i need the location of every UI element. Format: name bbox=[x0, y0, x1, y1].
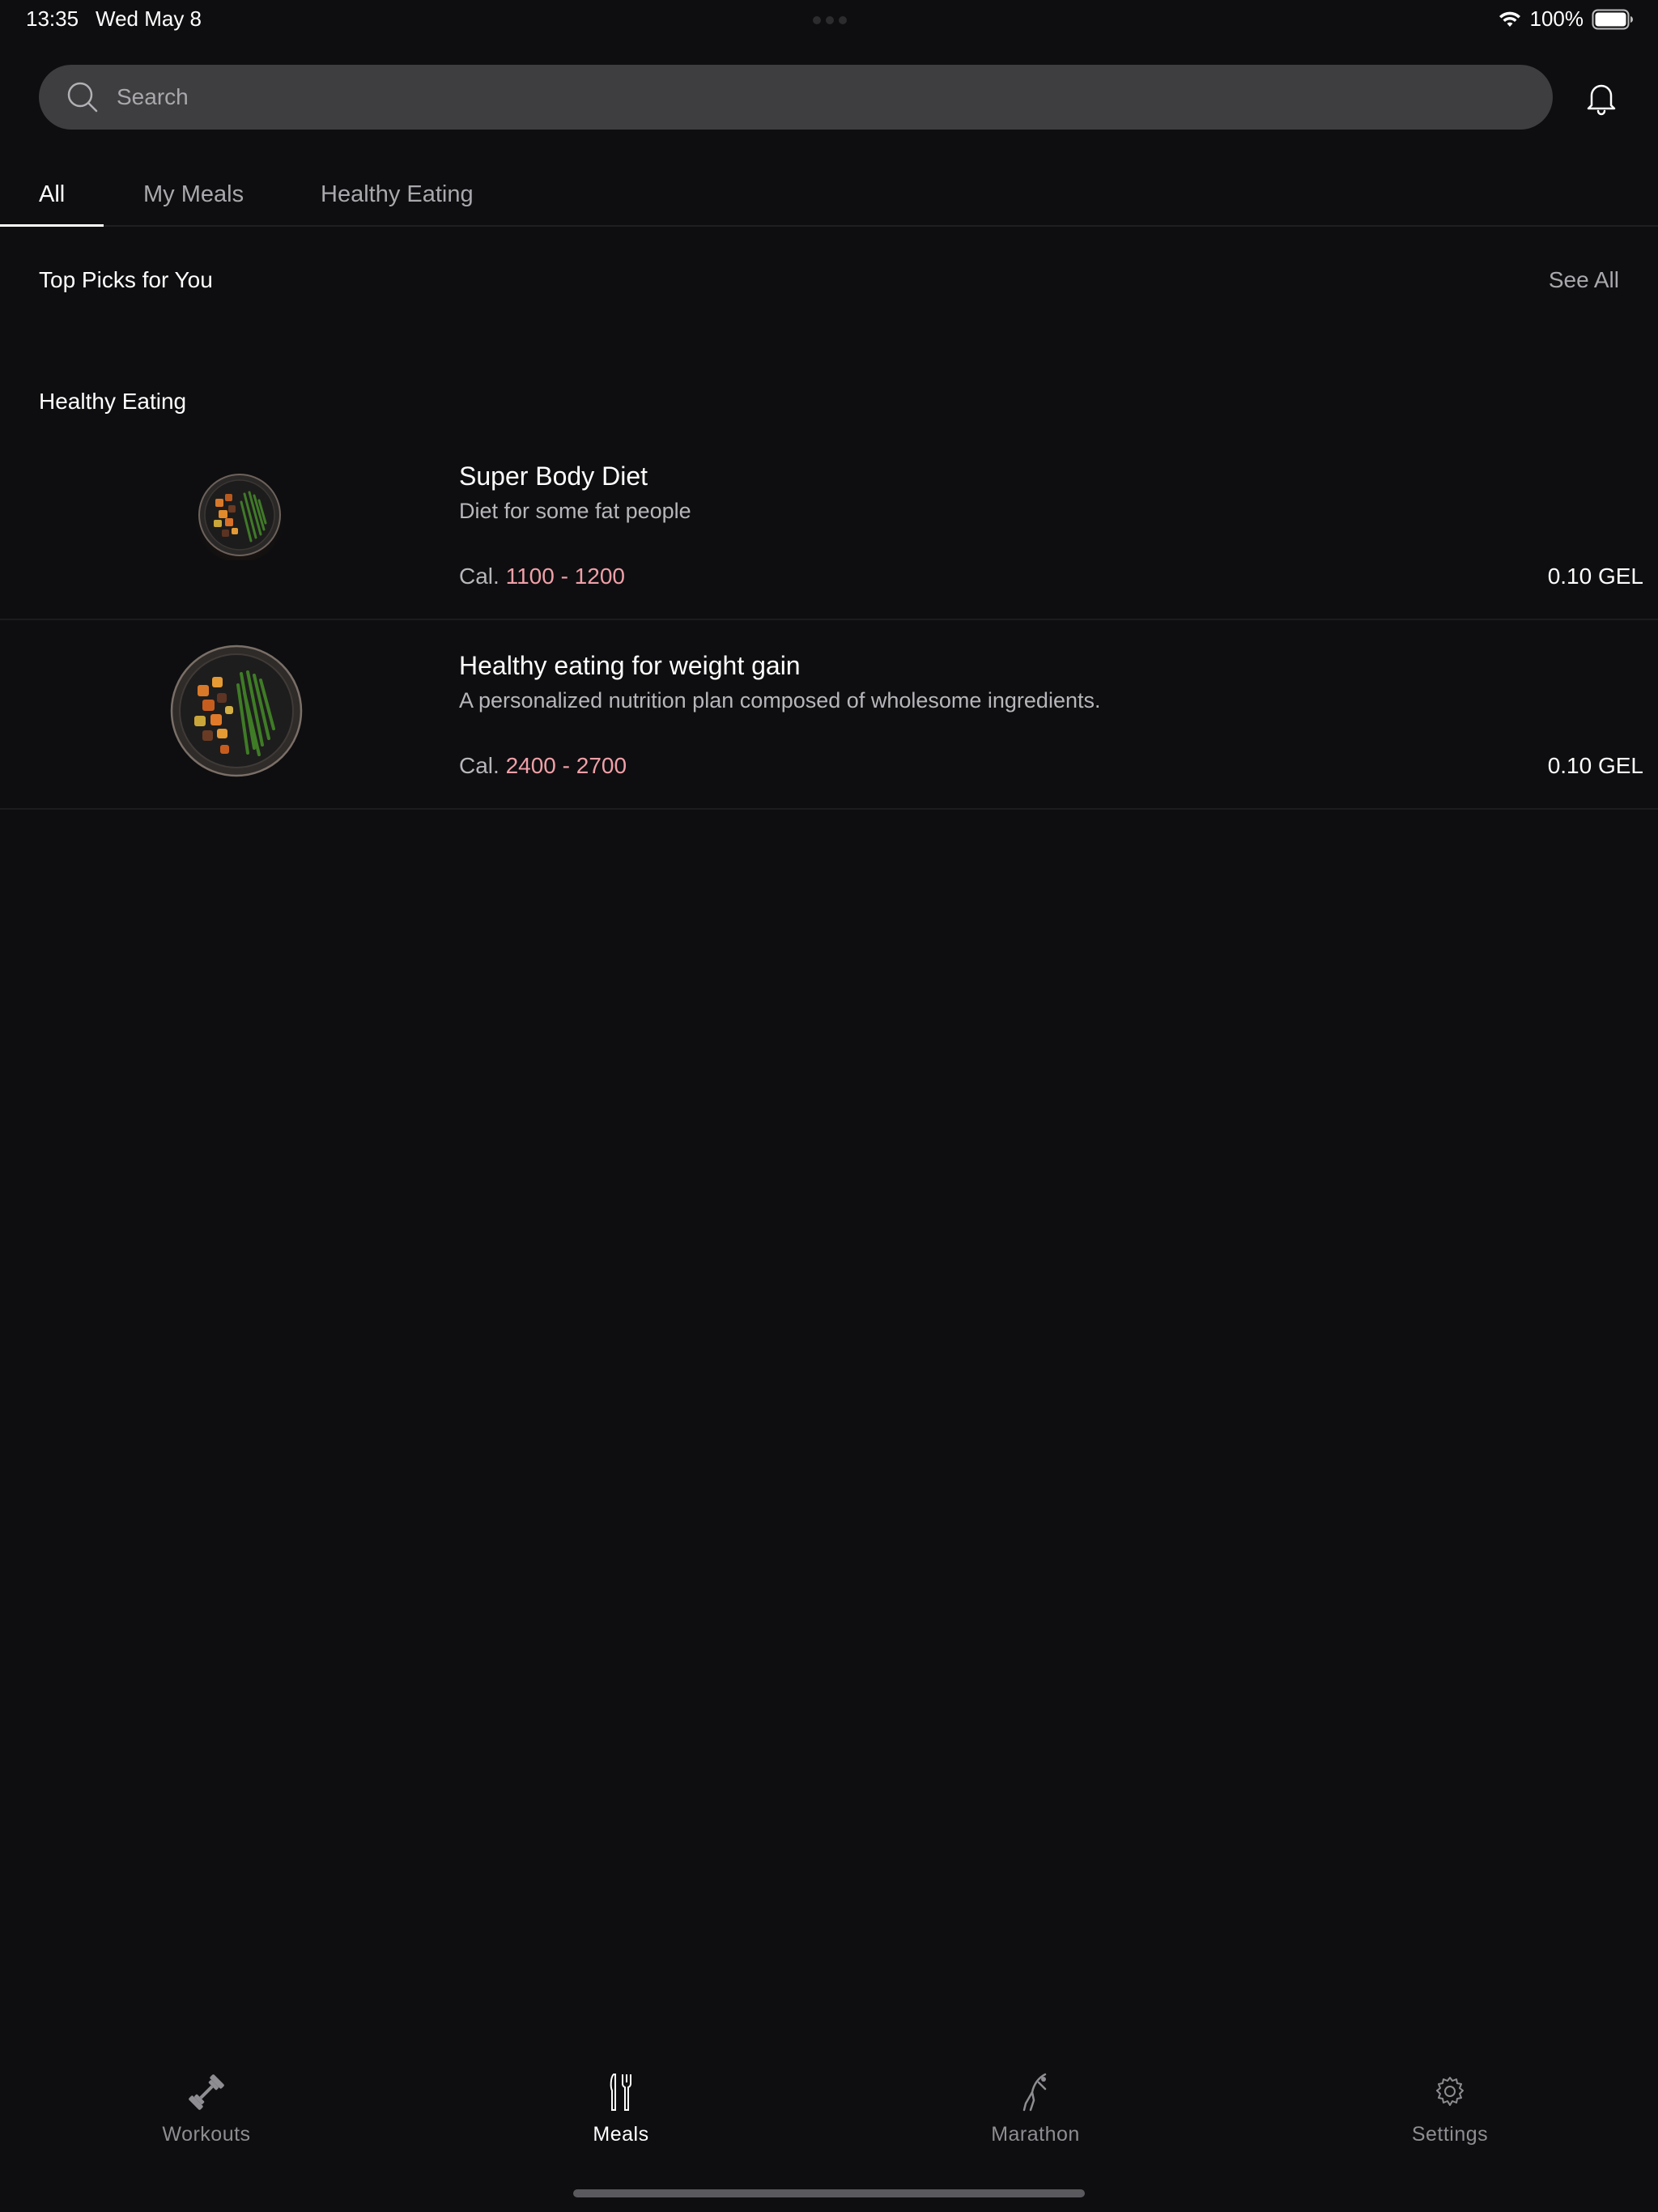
nav-settings-label: Settings bbox=[1411, 2123, 1489, 2146]
calories-range: 1100 - 1200 bbox=[505, 564, 625, 589]
nav-workouts-label: Workouts bbox=[162, 2123, 251, 2146]
status-time: 13:35 bbox=[26, 6, 79, 31]
battery-percentage: 100% bbox=[1529, 6, 1584, 31]
meal-calories: Cal. 1100 - 1200 bbox=[459, 564, 625, 589]
runner-icon bbox=[1014, 2071, 1056, 2113]
nav-workouts[interactable]: Workouts bbox=[109, 2071, 304, 2146]
gear-icon bbox=[1429, 2071, 1471, 2113]
meal-list-item[interactable]: Healthy eating for weight gain A persona… bbox=[0, 620, 1658, 810]
see-all-link[interactable]: See All bbox=[1549, 267, 1619, 293]
search-icon bbox=[66, 81, 99, 113]
meal-name: Healthy eating for weight gain bbox=[459, 651, 801, 680]
nav-settings[interactable]: Settings bbox=[1353, 2071, 1547, 2146]
meal-price: 0.10 GEL bbox=[1547, 753, 1643, 778]
meal-calories: Cal. 2400 - 2700 bbox=[459, 753, 627, 779]
healthy-eating-title: Healthy Eating bbox=[39, 389, 187, 414]
active-tab-indicator bbox=[0, 224, 104, 227]
calories-label: Cal. bbox=[459, 753, 500, 778]
bottom-tab-bar: Workouts Meals Marathon Settings bbox=[0, 2057, 1658, 2154]
meal-plate-image bbox=[170, 644, 303, 777]
meal-description: Diet for some fat people bbox=[459, 499, 691, 523]
nav-marathon-label: Marathon bbox=[991, 2123, 1080, 2146]
meal-name: Super Body Diet bbox=[459, 462, 648, 491]
meal-description: A personalized nutrition plan composed o… bbox=[459, 688, 1101, 713]
search-input[interactable] bbox=[115, 83, 1553, 111]
wifi-icon bbox=[1498, 10, 1522, 29]
nav-meals[interactable]: Meals bbox=[524, 2071, 718, 2146]
tab-my-meals[interactable]: My Meals bbox=[143, 181, 244, 208]
nav-meals-label: Meals bbox=[593, 2123, 649, 2146]
status-bar: 13:35 Wed May 8 100% bbox=[0, 0, 1658, 39]
status-indicators: 100% bbox=[1498, 6, 1635, 32]
fork-knife-icon bbox=[600, 2071, 642, 2113]
tab-healthy-eating[interactable]: Healthy Eating bbox=[321, 181, 474, 208]
calories-label: Cal. bbox=[459, 564, 500, 589]
battery-icon bbox=[1592, 9, 1634, 30]
search-bar[interactable] bbox=[39, 65, 1553, 130]
nav-marathon[interactable]: Marathon bbox=[938, 2071, 1133, 2146]
meal-price: 0.10 GEL bbox=[1547, 564, 1643, 589]
notifications-bell-icon[interactable] bbox=[1582, 78, 1621, 117]
home-indicator[interactable] bbox=[573, 2189, 1085, 2197]
top-picks-title: Top Picks for You bbox=[39, 267, 213, 292]
calories-range: 2400 - 2700 bbox=[505, 753, 627, 778]
status-date: Wed May 8 bbox=[96, 6, 202, 31]
multitasking-dots-icon[interactable] bbox=[813, 16, 847, 24]
dumbbell-icon bbox=[185, 2071, 227, 2113]
meal-plate-image bbox=[194, 470, 285, 563]
meal-list-item[interactable]: Super Body Diet Diet for some fat people… bbox=[0, 431, 1658, 620]
category-tabs: All My Meals Healthy Eating bbox=[0, 162, 1658, 227]
tab-all[interactable]: All bbox=[39, 181, 65, 208]
